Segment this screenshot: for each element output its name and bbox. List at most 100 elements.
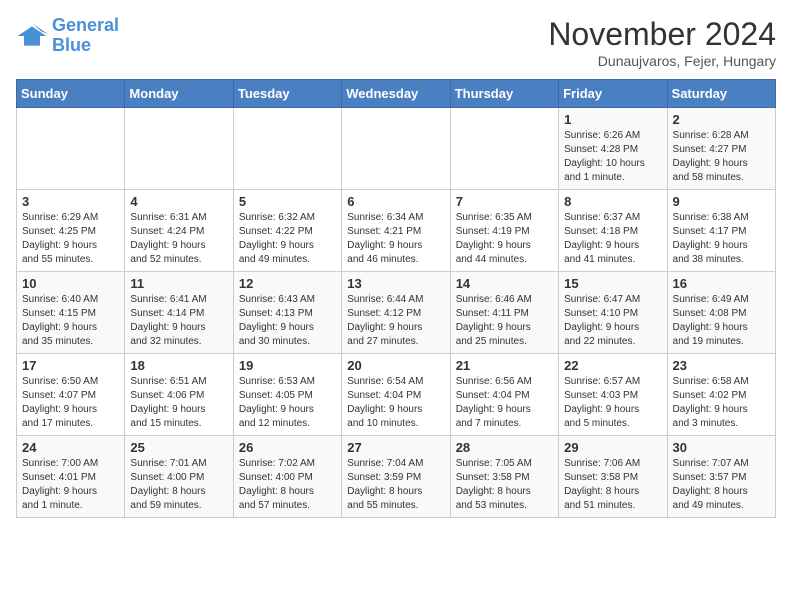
week-row-3: 10 Sunrise: 6:40 AMSunset: 4:15 PMDayligh… bbox=[17, 272, 776, 354]
day-number: 27 bbox=[347, 440, 444, 455]
page-header: General Blue November 2024 Dunaujvaros, … bbox=[16, 16, 776, 69]
day-cell: 25 Sunrise: 7:01 AMSunset: 4:00 PMDayligh… bbox=[125, 436, 233, 518]
day-cell: 14 Sunrise: 6:46 AMSunset: 4:11 PMDayligh… bbox=[450, 272, 558, 354]
day-cell bbox=[450, 108, 558, 190]
day-cell: 21Sunrise: 6:56 AMSunset: 4:04 PMDayligh… bbox=[450, 354, 558, 436]
day-cell: 3 Sunrise: 6:29 AMSunset: 4:25 PMDaylight… bbox=[17, 190, 125, 272]
day-info: Sunrise: 6:26 AMSunset: 4:28 PMDaylight:… bbox=[564, 129, 661, 185]
day-cell: 5Sunrise: 6:32 AMSunset: 4:22 PMDaylight… bbox=[233, 190, 341, 272]
header-thursday: Thursday bbox=[450, 80, 558, 108]
day-info: Sunrise: 7:02 AMSunset: 4:00 PMDaylight:… bbox=[239, 457, 336, 513]
day-cell: 27 Sunrise: 7:04 AMSunset: 3:59 PMDayligh… bbox=[342, 436, 450, 518]
day-info: Sunrise: 6:51 AMSunset: 4:06 PMDaylight:… bbox=[130, 375, 227, 431]
day-cell bbox=[125, 108, 233, 190]
day-cell: 28Sunrise: 7:05 AMSunset: 3:58 PMDayligh… bbox=[450, 436, 558, 518]
day-number: 25 bbox=[130, 440, 227, 455]
day-number: 24 bbox=[22, 440, 119, 455]
day-number: 12 bbox=[239, 276, 336, 291]
day-cell: 24 Sunrise: 7:00 AMSunset: 4:01 PMDayligh… bbox=[17, 436, 125, 518]
day-info: Sunrise: 6:40 AMSunset: 4:15 PMDaylight:… bbox=[22, 293, 119, 349]
week-row-5: 24 Sunrise: 7:00 AMSunset: 4:01 PMDayligh… bbox=[17, 436, 776, 518]
day-number: 13 bbox=[347, 276, 444, 291]
logo-icon bbox=[16, 20, 48, 52]
day-number: 19 bbox=[239, 358, 336, 373]
day-number: 6 bbox=[347, 194, 444, 209]
day-info: Sunrise: 6:32 AMSunset: 4:22 PMDaylight:… bbox=[239, 211, 336, 267]
day-cell: 26 Sunrise: 7:02 AMSunset: 4:00 PMDayligh… bbox=[233, 436, 341, 518]
header-sunday: Sunday bbox=[17, 80, 125, 108]
day-cell: 23Sunrise: 6:58 AMSunset: 4:02 PMDayligh… bbox=[667, 354, 775, 436]
header-wednesday: Wednesday bbox=[342, 80, 450, 108]
day-cell: 6 Sunrise: 6:34 AMSunset: 4:21 PMDaylight… bbox=[342, 190, 450, 272]
day-number: 14 bbox=[456, 276, 553, 291]
calendar-header-row: SundayMondayTuesdayWednesdayThursdayFrid… bbox=[17, 80, 776, 108]
day-number: 30 bbox=[673, 440, 770, 455]
day-info: Sunrise: 6:54 AMSunset: 4:04 PMDaylight:… bbox=[347, 375, 444, 431]
logo-text: General Blue bbox=[52, 16, 119, 56]
day-number: 15 bbox=[564, 276, 661, 291]
day-number: 18 bbox=[130, 358, 227, 373]
day-number: 17 bbox=[22, 358, 119, 373]
day-number: 20 bbox=[347, 358, 444, 373]
day-info: Sunrise: 7:01 AMSunset: 4:00 PMDaylight:… bbox=[130, 457, 227, 513]
day-cell: 13 Sunrise: 6:44 AMSunset: 4:12 PMDayligh… bbox=[342, 272, 450, 354]
day-number: 22 bbox=[564, 358, 661, 373]
day-cell: 20 Sunrise: 6:54 AMSunset: 4:04 PMDayligh… bbox=[342, 354, 450, 436]
day-cell: 17 Sunrise: 6:50 AMSunset: 4:07 PMDayligh… bbox=[17, 354, 125, 436]
week-row-2: 3 Sunrise: 6:29 AMSunset: 4:25 PMDaylight… bbox=[17, 190, 776, 272]
day-number: 11 bbox=[130, 276, 227, 291]
day-info: Sunrise: 6:49 AMSunset: 4:08 PMDaylight:… bbox=[673, 293, 770, 349]
day-info: Sunrise: 6:43 AMSunset: 4:13 PMDaylight:… bbox=[239, 293, 336, 349]
day-cell: 7Sunrise: 6:35 AMSunset: 4:19 PMDaylight… bbox=[450, 190, 558, 272]
day-cell: 22 Sunrise: 6:57 AMSunset: 4:03 PMDayligh… bbox=[559, 354, 667, 436]
day-number: 16 bbox=[673, 276, 770, 291]
day-number: 26 bbox=[239, 440, 336, 455]
day-info: Sunrise: 6:47 AMSunset: 4:10 PMDaylight:… bbox=[564, 293, 661, 349]
day-cell bbox=[342, 108, 450, 190]
day-cell: 10 Sunrise: 6:40 AMSunset: 4:15 PMDayligh… bbox=[17, 272, 125, 354]
day-info: Sunrise: 6:38 AMSunset: 4:17 PMDaylight:… bbox=[673, 211, 770, 267]
day-cell: 12 Sunrise: 6:43 AMSunset: 4:13 PMDayligh… bbox=[233, 272, 341, 354]
day-info: Sunrise: 6:28 AMSunset: 4:27 PMDaylight:… bbox=[673, 129, 770, 185]
day-info: Sunrise: 6:29 AMSunset: 4:25 PMDaylight:… bbox=[22, 211, 119, 267]
day-cell: 30 Sunrise: 7:07 AMSunset: 3:57 PMDayligh… bbox=[667, 436, 775, 518]
day-cell: 8 Sunrise: 6:37 AMSunset: 4:18 PMDaylight… bbox=[559, 190, 667, 272]
day-info: Sunrise: 7:04 AMSunset: 3:59 PMDaylight:… bbox=[347, 457, 444, 513]
calendar-table: SundayMondayTuesdayWednesdayThursdayFrid… bbox=[16, 79, 776, 518]
day-number: 29 bbox=[564, 440, 661, 455]
header-saturday: Saturday bbox=[667, 80, 775, 108]
day-number: 2 bbox=[673, 112, 770, 127]
day-info: Sunrise: 6:50 AMSunset: 4:07 PMDaylight:… bbox=[22, 375, 119, 431]
day-cell: 29 Sunrise: 7:06 AMSunset: 3:58 PMDayligh… bbox=[559, 436, 667, 518]
day-info: Sunrise: 7:05 AMSunset: 3:58 PMDaylight:… bbox=[456, 457, 553, 513]
day-info: Sunrise: 7:06 AMSunset: 3:58 PMDaylight:… bbox=[564, 457, 661, 513]
day-info: Sunrise: 6:37 AMSunset: 4:18 PMDaylight:… bbox=[564, 211, 661, 267]
day-info: Sunrise: 6:44 AMSunset: 4:12 PMDaylight:… bbox=[347, 293, 444, 349]
header-tuesday: Tuesday bbox=[233, 80, 341, 108]
day-number: 1 bbox=[564, 112, 661, 127]
calendar-subtitle: Dunaujvaros, Fejer, Hungary bbox=[548, 53, 776, 69]
day-number: 3 bbox=[22, 194, 119, 209]
week-row-1: 1 Sunrise: 6:26 AMSunset: 4:28 PMDaylight… bbox=[17, 108, 776, 190]
day-cell: 9 Sunrise: 6:38 AMSunset: 4:17 PMDaylight… bbox=[667, 190, 775, 272]
day-number: 8 bbox=[564, 194, 661, 209]
logo: General Blue bbox=[16, 16, 119, 56]
day-info: Sunrise: 6:58 AMSunset: 4:02 PMDaylight:… bbox=[673, 375, 770, 431]
title-block: November 2024 Dunaujvaros, Fejer, Hungar… bbox=[548, 16, 776, 69]
day-info: Sunrise: 6:53 AMSunset: 4:05 PMDaylight:… bbox=[239, 375, 336, 431]
day-info: Sunrise: 7:00 AMSunset: 4:01 PMDaylight:… bbox=[22, 457, 119, 513]
day-info: Sunrise: 6:46 AMSunset: 4:11 PMDaylight:… bbox=[456, 293, 553, 349]
day-cell: 16 Sunrise: 6:49 AMSunset: 4:08 PMDayligh… bbox=[667, 272, 775, 354]
day-info: Sunrise: 7:07 AMSunset: 3:57 PMDaylight:… bbox=[673, 457, 770, 513]
day-cell: 11Sunrise: 6:41 AMSunset: 4:14 PMDayligh… bbox=[125, 272, 233, 354]
day-number: 9 bbox=[673, 194, 770, 209]
day-number: 21 bbox=[456, 358, 553, 373]
day-info: Sunrise: 6:57 AMSunset: 4:03 PMDaylight:… bbox=[564, 375, 661, 431]
day-info: Sunrise: 6:34 AMSunset: 4:21 PMDaylight:… bbox=[347, 211, 444, 267]
day-number: 4 bbox=[130, 194, 227, 209]
day-cell: 18 Sunrise: 6:51 AMSunset: 4:06 PMDayligh… bbox=[125, 354, 233, 436]
day-number: 10 bbox=[22, 276, 119, 291]
day-cell: 2 Sunrise: 6:28 AMSunset: 4:27 PMDaylight… bbox=[667, 108, 775, 190]
day-number: 7 bbox=[456, 194, 553, 209]
day-info: Sunrise: 6:31 AMSunset: 4:24 PMDaylight:… bbox=[130, 211, 227, 267]
